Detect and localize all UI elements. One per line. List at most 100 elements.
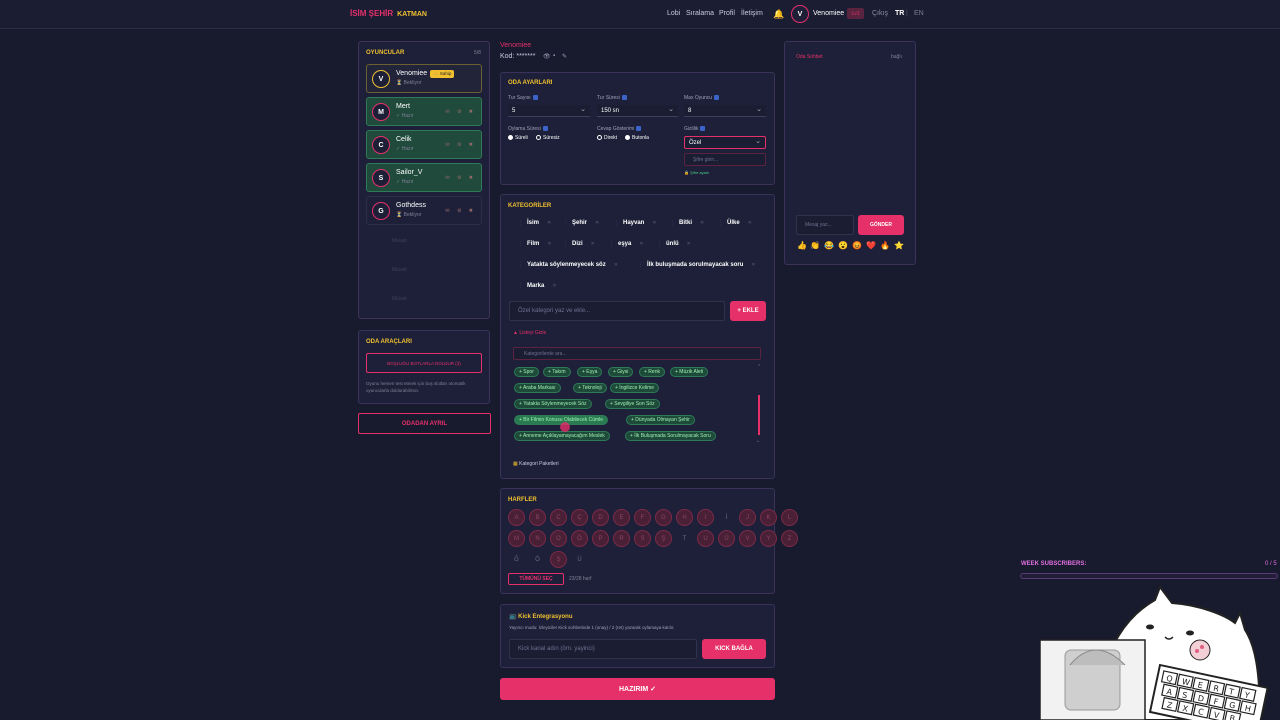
voting-untimed-radio[interactable]: Süresiz [536, 135, 560, 141]
category-chip[interactable]: ⋮ Ülke ✕ [712, 216, 758, 229]
eye-icon[interactable]: 👁 [543, 53, 551, 60]
add-category-button[interactable]: + EKLE [730, 301, 766, 321]
category-chip[interactable]: ⋮ İlk buluşmada sorulmayacak soru ✕ [632, 258, 762, 271]
user-avatar[interactable]: V [791, 5, 809, 23]
surprised-icon[interactable]: 😮 [838, 241, 848, 250]
round-count-select[interactable]: 5 [508, 105, 590, 117]
leave-room-button[interactable]: ODADAN AYRIL [358, 413, 491, 434]
letter-button[interactable]: P [592, 530, 609, 547]
suggestion-tag[interactable]: + Anneme Açıklayamayacağım Meslek [514, 431, 610, 441]
category-chip[interactable]: ⋮ Bitki ✕ [664, 216, 710, 229]
suggestion-tag[interactable]: + Eşya [577, 367, 603, 377]
custom-category-input[interactable]: Özel kategori yaz ve ekle... [509, 301, 725, 321]
logo[interactable]: İSİM ŞEHİR KATMAN [350, 9, 427, 18]
logout-link[interactable]: Çıkış [872, 10, 888, 17]
letter-button[interactable]: F [634, 509, 651, 526]
letter-button[interactable]: Ş [655, 530, 672, 547]
fill-bots-button[interactable]: BOŞLUĞU BOTLARLA DOLDUR (3) [366, 353, 482, 373]
letter-button[interactable]: G [655, 509, 672, 526]
letter-button[interactable]: O [550, 530, 567, 547]
angry-icon[interactable]: 😡 [852, 241, 862, 250]
letter-button[interactable]: Ü [718, 530, 735, 547]
kick-connect-button[interactable]: KICK BAĞLA [702, 639, 766, 659]
letter-button[interactable]: U [697, 530, 714, 547]
round-time-select[interactable]: 150 sn [597, 105, 678, 117]
suggestion-tag[interactable]: + Teknoloji [573, 383, 607, 393]
letter-button[interactable]: J [739, 509, 756, 526]
letter-button[interactable]: S [634, 530, 651, 547]
player-card[interactable]: V Venomiee 👑 Sahip ⏳ Bekliyor [366, 64, 482, 93]
player-card[interactable]: C Celik ✓ Hazır ✉ ⚙ ✖ [366, 130, 482, 159]
fire-icon[interactable]: 🔥 [880, 241, 890, 250]
letter-button[interactable]: N [529, 530, 546, 547]
letter-button[interactable]: R [613, 530, 630, 547]
scroll-down-icon[interactable]: ⌄ [756, 438, 760, 444]
lang-tr[interactable]: TR [895, 10, 904, 17]
scroll-up-icon[interactable]: ⌃ [757, 364, 761, 370]
clap-icon[interactable]: 👏 [810, 241, 820, 250]
suggestion-tag[interactable]: + Giysi [608, 367, 634, 377]
bell-icon[interactable]: 🔔 [773, 9, 784, 20]
category-chip[interactable]: ⋮ Yatakta söylenmeyecek söz ✕ [512, 258, 624, 271]
suggestions-scrollbar[interactable] [758, 395, 760, 435]
category-chip[interactable]: ⋮ eşya ✕ [603, 237, 650, 250]
suggestion-tag[interactable]: + Araba Markası [514, 383, 561, 393]
letter-button[interactable]: C [550, 509, 567, 526]
letter-button[interactable]: B [529, 509, 546, 526]
privacy-select[interactable]: Özel [684, 136, 766, 149]
nav-contact[interactable]: İletişim [741, 10, 763, 17]
nav-lobby[interactable]: Lobi [667, 10, 680, 17]
player-actions-icon[interactable]: ✉ ⚙ ✖ [445, 109, 476, 115]
letter-button[interactable]: Ö [571, 530, 588, 547]
suggestion-tag[interactable]: + İlk Buluşmada Sorulmayacak Soru [625, 431, 716, 441]
category-chip[interactable]: ⋮ Şehir ✕ [557, 216, 605, 229]
suggestion-tag[interactable]: + Renk [639, 367, 665, 377]
suggestion-tag[interactable]: + Takım [543, 367, 571, 377]
send-button[interactable]: GÖNDER [858, 215, 904, 235]
star-icon[interactable]: ⭐ [894, 241, 904, 250]
suggestion-tag[interactable]: + Dünyada Olmayan Şehir [626, 415, 695, 425]
lang-en[interactable]: EN [914, 10, 924, 17]
chat-input[interactable]: Mesaj yaz... [796, 215, 854, 235]
edit-icon[interactable]: ✎ [562, 53, 567, 60]
answers-direct-radio[interactable]: Direkt [597, 135, 617, 141]
suggestion-tag[interactable]: + İngilizce Kelime [610, 383, 660, 393]
laugh-icon[interactable]: 😂 [824, 241, 834, 250]
thumbs-up-icon[interactable]: 👍 [797, 241, 807, 250]
suggestion-tag[interactable]: + Müzik Aleti [670, 367, 709, 377]
letter-button[interactable]: M [508, 530, 525, 547]
category-chip[interactable]: ⋮ Film ✕ [512, 237, 558, 250]
ready-button[interactable]: HAZIRIM ✓ [500, 678, 775, 700]
copy-icon[interactable]: ▪ [553, 53, 555, 59]
category-search-input[interactable]: Kategorilerde ara... [513, 347, 761, 360]
letter-button[interactable]: Ü [571, 551, 588, 568]
player-actions-icon[interactable]: ✉ ⚙ ✖ [445, 208, 476, 214]
letter-button[interactable]: D [592, 509, 609, 526]
category-packages-link[interactable]: ▦ Kategori Paketleri [513, 461, 559, 467]
suggestion-tag[interactable]: + Sevgiliye Son Söz [605, 399, 660, 409]
letter-button[interactable]: V [739, 530, 756, 547]
nav-profile[interactable]: Profil [719, 10, 735, 17]
answers-button-radio[interactable]: Butonla [625, 135, 649, 141]
category-chip[interactable]: ⋮ ünlü ✕ [651, 237, 697, 250]
letter-button[interactable]: E [613, 509, 630, 526]
letter-button[interactable]: Ö [529, 551, 546, 568]
letter-button[interactable]: I [697, 509, 714, 526]
kick-channel-input[interactable]: Kick kanal adın (örn. yayinci) [509, 639, 697, 659]
suggestion-tag[interactable]: + Spor [514, 367, 539, 377]
player-actions-icon[interactable]: ✉ ⚙ ✖ [445, 175, 476, 181]
category-chip[interactable]: ⋮ Dizi ✕ [557, 237, 601, 250]
heart-icon[interactable]: ❤️ [866, 241, 876, 250]
category-chip[interactable]: ⋮ İsim ✕ [512, 216, 557, 229]
letter-button[interactable]: Y [760, 530, 777, 547]
player-card[interactable]: G Gothdess ⏳ Bekliyor ✉ ⚙ ✖ [366, 196, 482, 225]
letter-button[interactable]: Z [781, 530, 798, 547]
select-all-letters-button[interactable]: TÜMÜNÜ SEÇ [508, 573, 564, 585]
letter-button[interactable]: A [508, 509, 525, 526]
letter-button[interactable]: T [676, 530, 693, 547]
category-chip[interactable]: ⋮ Marka ✕ [512, 279, 563, 292]
category-chip[interactable]: ⋮ Hayvan ✕ [608, 216, 663, 229]
player-card[interactable]: M Mert ✓ Hazır ✉ ⚙ ✖ [366, 97, 482, 126]
letter-button[interactable]: Ç [571, 509, 588, 526]
max-players-select[interactable]: 8 [684, 105, 766, 117]
